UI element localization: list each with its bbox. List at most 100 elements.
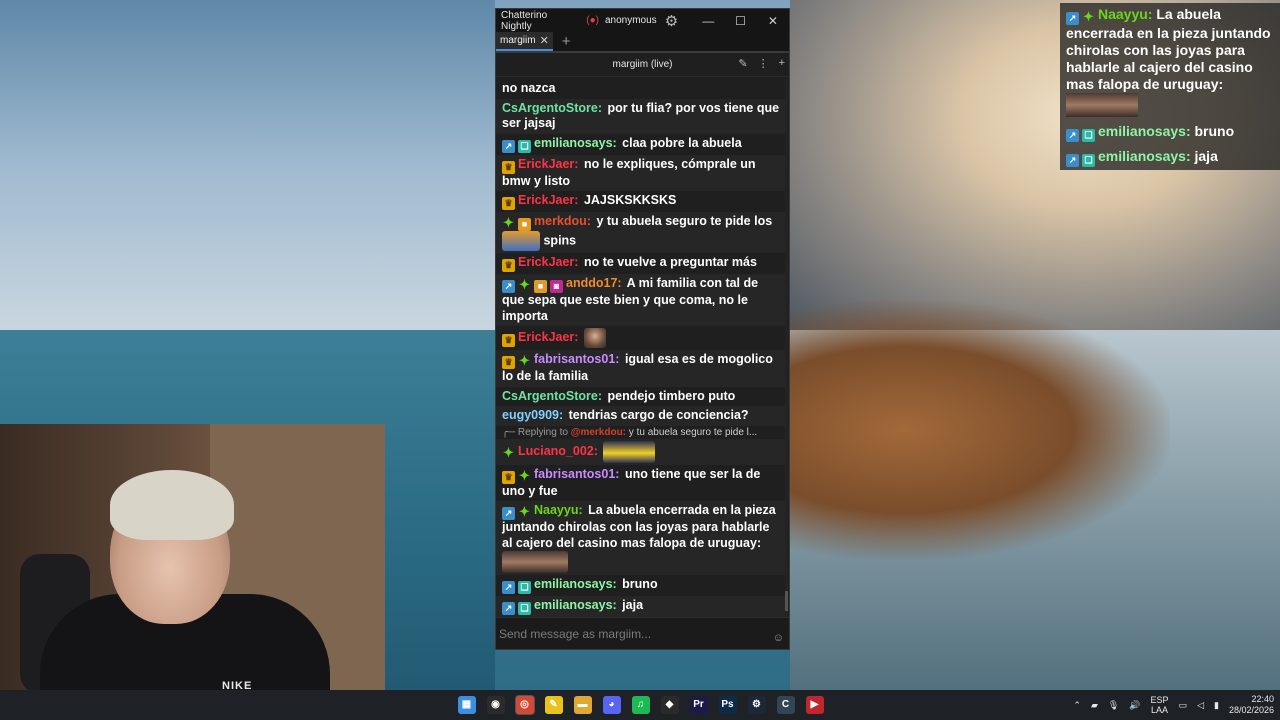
- close-tab-icon[interactable]: ✕: [540, 34, 549, 47]
- chat-username[interactable]: ErickJaer:: [518, 193, 578, 207]
- chat-username[interactable]: ErickJaer:: [518, 330, 578, 344]
- box-badge-icon[interactable]: ■: [534, 280, 547, 293]
- diamond-badge-icon[interactable]: ✦: [518, 354, 531, 367]
- chat-username[interactable]: merkdou:: [534, 214, 591, 228]
- speaker-icon[interactable]: ◁: [1197, 700, 1204, 711]
- arrow-badge-icon[interactable]: ↗: [502, 280, 515, 293]
- epic-icon[interactable]: ◆: [655, 690, 684, 720]
- gift-badge-icon[interactable]: ❏: [518, 581, 531, 594]
- chat-emote[interactable]: [502, 231, 540, 251]
- add-split-icon[interactable]: +: [779, 57, 785, 70]
- chat-message[interactable]: ↗ ✦ Naayyu: La abuela encerrada en la piez…: [496, 501, 787, 575]
- reply-indicator[interactable]: ╭─ Replying to @merkdou: y tu abuela seg…: [496, 426, 787, 439]
- message-input[interactable]: [498, 624, 768, 644]
- account-name[interactable]: anonymous: [605, 15, 657, 26]
- discord-icon[interactable]: ◕: [597, 690, 626, 720]
- chat-username[interactable]: ErickJaer:: [518, 255, 578, 269]
- reply-mention[interactable]: @merkdou:: [571, 427, 629, 438]
- message-list[interactable]: no nazca CsArgentoStore: por tu flia? po…: [496, 79, 787, 617]
- crown-badge-icon[interactable]: ♛: [502, 259, 515, 272]
- window-titlebar[interactable]: Chatterino Nightly (●) anonymous ⚙ — ☐ ✕: [496, 9, 789, 32]
- gear-icon[interactable]: ⚙: [665, 12, 678, 30]
- steam-icon[interactable]: ⚙: [742, 690, 771, 720]
- gift-badge-icon[interactable]: ❏: [518, 139, 531, 153]
- notes-icon[interactable]: ✎: [539, 690, 568, 720]
- language-indicator[interactable]: ESP LAA: [1151, 695, 1169, 715]
- chatterino-icon[interactable]: C: [771, 690, 800, 720]
- more-options-icon[interactable]: ⋮: [758, 57, 769, 70]
- battery-icon[interactable]: ▮: [1214, 700, 1219, 711]
- folder-icon[interactable]: ▬: [568, 690, 597, 720]
- chat-message[interactable]: ♛ ✦ fabrisantos01: uno tiene que ser la de…: [496, 465, 787, 502]
- chat-username[interactable]: emilianosays:: [534, 598, 617, 612]
- network-icon[interactable]: ▭: [1179, 700, 1188, 711]
- chrome-icon[interactable]: ◎: [510, 690, 539, 720]
- chat-message[interactable]: no nazca: [496, 79, 787, 99]
- chat-message[interactable]: ↗ ❏ emilianosays: jaja: [496, 596, 787, 617]
- box-badge-icon[interactable]: ■: [518, 218, 531, 231]
- maximize-button[interactable]: ☐: [724, 14, 756, 28]
- pink-badge-icon[interactable]: ◙: [550, 280, 563, 293]
- chat-message[interactable]: ↗ ❏ emilianosays: bruno: [496, 575, 787, 596]
- gift-badge-icon[interactable]: ❏: [518, 602, 531, 615]
- diamond-badge-icon[interactable]: ✦: [518, 278, 531, 291]
- chat-username[interactable]: fabrisantos01:: [534, 467, 619, 481]
- chat-message[interactable]: CsArgentoStore: pendejo timbero puto: [496, 387, 787, 407]
- chat-message[interactable]: ✦ Luciano_002:: [496, 438, 787, 465]
- chat-username[interactable]: CsArgentoStore:: [502, 389, 602, 403]
- arrow-badge-icon[interactable]: ↗: [502, 507, 515, 520]
- volume-icon[interactable]: 🔊: [1129, 700, 1140, 711]
- crown-badge-icon[interactable]: ♛: [502, 160, 515, 174]
- chat-username[interactable]: fabrisantos01:: [534, 352, 619, 366]
- chat-username[interactable]: emilianosays:: [534, 136, 617, 150]
- arrow-badge-icon[interactable]: ↗: [502, 602, 515, 615]
- chat-emote[interactable]: [583, 328, 606, 348]
- scrollbar[interactable]: [785, 79, 788, 617]
- crown-badge-icon[interactable]: ♛: [502, 197, 515, 210]
- chevron-up-icon[interactable]: ⌃: [1073, 700, 1081, 711]
- chat-emote[interactable]: [603, 440, 656, 463]
- diamond-badge-icon[interactable]: ✦: [502, 446, 515, 459]
- arrow-badge-icon[interactable]: ↗: [502, 581, 515, 594]
- chat-message[interactable]: ✦ ■ merkdou: y tu abuela seguro te pide lo…: [496, 212, 787, 253]
- add-tab-button[interactable]: +: [553, 32, 580, 51]
- chat-emote[interactable]: [502, 551, 568, 573]
- chat-message[interactable]: CsArgentoStore: por tu flia? por vos tie…: [496, 98, 787, 134]
- crown-badge-icon[interactable]: ♛: [502, 470, 515, 484]
- chat-username[interactable]: Luciano_002:: [518, 444, 598, 458]
- photoshop-icon[interactable]: Ps: [713, 690, 742, 720]
- chat-message[interactable]: ♛ ErickJaer: JAJSKSKKSKS: [496, 191, 787, 212]
- tab-margiim[interactable]: margiim ✕: [496, 32, 553, 51]
- chat-username[interactable]: eugy0909:: [502, 408, 563, 422]
- spotify-icon[interactable]: ♫: [626, 690, 655, 720]
- video-editor-icon[interactable]: ▶: [800, 690, 829, 720]
- close-window-button[interactable]: ✕: [757, 14, 789, 28]
- scrollbar-thumb[interactable]: [785, 591, 788, 611]
- diamond-badge-icon[interactable]: ✦: [502, 216, 515, 229]
- premiere-icon[interactable]: Pr: [684, 690, 713, 720]
- chat-username[interactable]: Naayyu:: [534, 503, 583, 517]
- diamond-badge-icon[interactable]: ✦: [518, 505, 531, 518]
- crown-badge-icon[interactable]: ♛: [502, 334, 515, 348]
- crown-badge-icon[interactable]: ♛: [502, 356, 515, 369]
- chat-message[interactable]: ♛ ErickJaer: no te vuelve a preguntar más: [496, 253, 787, 274]
- chat-message[interactable]: eugy0909: tendrias cargo de conciencia?: [496, 406, 787, 426]
- clock[interactable]: 22:40 28/02/2026: [1229, 694, 1274, 716]
- arrow-badge-icon[interactable]: ↗: [502, 139, 515, 153]
- chat-username[interactable]: CsArgentoStore:: [502, 101, 602, 115]
- chat-username[interactable]: anddo17:: [566, 276, 622, 290]
- chat-message[interactable]: ↗ ❏ emilianosays: claa pobre la abuela: [496, 134, 787, 155]
- chat-message[interactable]: ♛ ✦ fabrisantos01: igual esa es de mogolic…: [496, 350, 787, 387]
- flag-icon[interactable]: ▰: [1091, 700, 1098, 711]
- minimize-button[interactable]: —: [692, 14, 724, 28]
- diamond-badge-icon[interactable]: ✦: [518, 469, 531, 482]
- emoji-icon[interactable]: ☺: [773, 632, 784, 644]
- microphone-icon[interactable]: 🎙: [1108, 700, 1119, 711]
- windows-start-icon[interactable]: ▦: [452, 690, 481, 720]
- moderation-icon[interactable]: ✎: [738, 57, 747, 70]
- chat-username[interactable]: ErickJaer:: [518, 157, 578, 171]
- chat-username[interactable]: emilianosays:: [534, 577, 617, 591]
- chat-message[interactable]: ♛ ErickJaer: no le expliques, cómprale un…: [496, 154, 787, 191]
- chat-message[interactable]: ↗ ✦ ■ ◙ anddo17: A mi familia con tal de que…: [496, 274, 787, 326]
- obs-icon[interactable]: ◉: [481, 690, 510, 720]
